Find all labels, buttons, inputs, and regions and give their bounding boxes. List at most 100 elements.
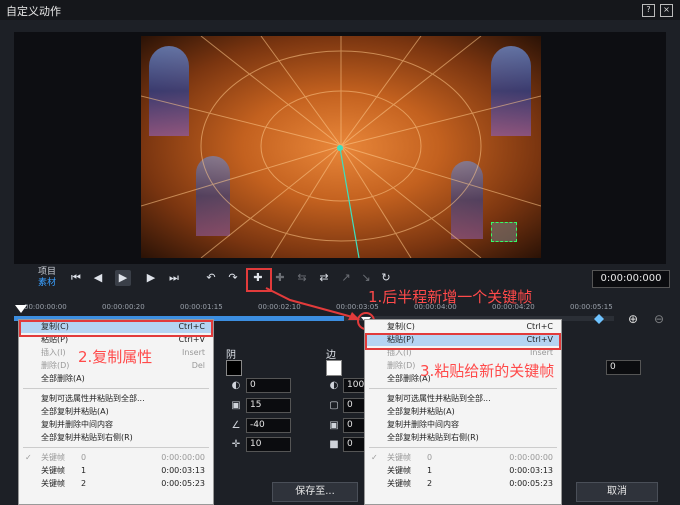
tick-label: 00:00:00:00	[24, 303, 67, 311]
menu-item[interactable]: 全部复制并粘贴到右侧(R)	[19, 431, 213, 444]
keyframe-list-item[interactable]: ✓ 关键帧 0 0:00:00:00	[365, 451, 561, 464]
menu-item[interactable]: 复制(C) Ctrl+C	[365, 320, 561, 333]
menu-item-label: 删除(D)	[41, 361, 70, 370]
menu-item-label: 删除(D)	[387, 361, 416, 370]
menu-item[interactable]: 全部复制并粘贴(A)	[365, 405, 561, 418]
menu-item-label: 全部删除(A)	[41, 374, 85, 383]
keyframe-number: 1	[427, 466, 433, 475]
paste-highlight-box	[365, 333, 561, 350]
previous-frame-icon[interactable]: ◀	[90, 270, 106, 286]
border-extra-input[interactable]: 0	[343, 437, 366, 452]
keyframe-label: 关键帧	[41, 453, 65, 462]
menu-item[interactable]: 全部复制并粘贴到右侧(R)	[365, 431, 561, 444]
next-frame-icon[interactable]: ▶	[143, 270, 159, 286]
shadow-blur-input[interactable]: 15	[246, 398, 291, 413]
menu-item-shortcut: Del	[191, 361, 205, 370]
remove-keyframe-icon[interactable]: ✚	[272, 270, 288, 286]
go-to-start-icon[interactable]: ⏮	[68, 270, 84, 286]
border-opacity-icon: ◐	[329, 380, 339, 391]
keyframe-number: 0	[81, 453, 87, 462]
menu-separator	[369, 388, 557, 389]
tick-label: 00:00:02:10	[258, 303, 301, 311]
menu-item[interactable]: 复制可选属性并粘贴到全部...	[19, 392, 213, 405]
zoom-in-icon[interactable]: ⊕	[626, 312, 640, 326]
keyframe-time: 0:00:00:00	[509, 453, 553, 462]
swap-icon[interactable]: ⇄	[316, 270, 332, 286]
keyframe-number: 2	[427, 479, 433, 488]
menu-item-shortcut: Ctrl+C	[526, 322, 553, 331]
tick-label: 00:00:01:15	[180, 303, 223, 311]
add-keyframe-highlight	[246, 268, 272, 292]
menu-item[interactable]: 全部删除(A)	[19, 372, 213, 385]
redo-icon[interactable]: ↷	[225, 270, 241, 286]
tick-label: 00:00:00:20	[102, 303, 145, 311]
tick-label: 00:00:05:15	[570, 303, 613, 311]
annotation-step2: 2.复制属性	[78, 348, 153, 366]
window-title: 自定义动作	[6, 5, 61, 18]
object-selection-box[interactable]	[491, 222, 517, 242]
keyframe-list-item[interactable]: 关键帧 1 0:00:03:13	[365, 464, 561, 477]
keyframe-time: 0:00:05:23	[509, 479, 553, 488]
start-keyframe-marker[interactable]	[14, 304, 28, 316]
ease-out-icon[interactable]: ↘	[358, 270, 374, 286]
vault-ribs	[141, 36, 541, 258]
opacity-icon: ◐	[231, 380, 241, 391]
menu-separator	[23, 447, 209, 448]
shadow-opacity-input[interactable]: 0	[246, 378, 291, 393]
cancel-button[interactable]: 取消	[576, 482, 658, 502]
close-button[interactable]: ×	[660, 4, 673, 17]
keyframe-label: 关键帧	[41, 479, 65, 488]
border-width-input[interactable]: 0	[343, 398, 366, 413]
menu-item[interactable]: 复制并删除中间内容	[365, 418, 561, 431]
title-bar: 自定义动作 ? ×	[0, 0, 680, 20]
menu-item[interactable]: 复制可选属性并粘贴到全部...	[365, 392, 561, 405]
zoom-out-icon[interactable]: ⊖	[652, 312, 666, 326]
annotation-step3: 3.粘贴给新的关键帧	[420, 362, 555, 380]
keyframe-list-item[interactable]: ✓ 关键帧 0 0:00:00:00	[19, 451, 213, 464]
go-to-end-icon[interactable]: ⏭	[166, 270, 182, 286]
context-menu-right: 复制(C) Ctrl+C 粘贴(P) Ctrl+V 插入(I) Insert 删除(D) 全部…	[364, 319, 562, 505]
shadow-distance-input[interactable]: 10	[246, 437, 291, 452]
border-opacity-input[interactable]: 100	[343, 378, 366, 393]
video-preview[interactable]	[141, 36, 541, 258]
shadow-angle-input[interactable]: -40	[246, 418, 291, 433]
timecode-display[interactable]: 0:00:00:000	[592, 270, 670, 288]
play-icon[interactable]: ▶	[115, 270, 131, 286]
undo-icon[interactable]: ↶	[203, 270, 219, 286]
keyframe-label: 关键帧	[41, 466, 65, 475]
keyframe-time: 0:00:05:23	[161, 479, 205, 488]
menu-item[interactable]: 复制并删除中间内容	[19, 418, 213, 431]
playback-controls: 项目 素材 ⏮ ◀ ▶ ▶ ⏭ ↶ ↷ ✚ ✚ ⇆ ⇄ ↗ ↘ ↻	[0, 266, 680, 292]
menu-item-label: 复制(C)	[387, 322, 415, 331]
save-as-button[interactable]: 保存至...	[272, 482, 358, 502]
menu-item-shortcut: Insert	[182, 348, 205, 357]
timeline-ruler: 00:00:00:00 00:00:00:20 00:00:01:15 00:0…	[0, 300, 680, 316]
menu-item[interactable]: 全部复制并粘贴(A)	[19, 405, 213, 418]
blur-icon: ▣	[231, 400, 241, 411]
distance-icon: ✛	[231, 439, 241, 450]
preview-keyframe-icon[interactable]: ↻	[378, 270, 394, 286]
check-icon: ✓	[25, 453, 32, 462]
keyframe-label: 关键帧	[387, 453, 411, 462]
end-keyframe-marker[interactable]	[594, 314, 604, 324]
keyframe-number: 0	[427, 453, 433, 462]
reverse-keyframes-icon[interactable]: ⇆	[294, 270, 310, 286]
extra-value-input[interactable]: 0	[606, 360, 641, 375]
border-fill-icon: ■	[329, 439, 339, 450]
menu-separator	[369, 447, 557, 448]
copy-highlight-box	[19, 320, 213, 337]
keyframe-list-item[interactable]: 关键帧 2 0:00:05:23	[19, 477, 213, 490]
angle-icon: ∠	[231, 420, 241, 431]
keyframe-list-item[interactable]: 关键帧 1 0:00:03:13	[19, 464, 213, 477]
border-color-swatch[interactable]	[326, 360, 342, 376]
motion-path-point	[337, 145, 343, 151]
help-button[interactable]: ?	[642, 4, 655, 17]
clip-label[interactable]: 素材	[38, 278, 56, 289]
shadow-color-swatch[interactable]	[226, 360, 242, 376]
keyframe-list-item[interactable]: 关键帧 2 0:00:05:23	[365, 477, 561, 490]
ease-in-icon[interactable]: ↗	[338, 270, 354, 286]
project-label[interactable]: 项目	[38, 267, 56, 278]
keyframe-time: 0:00:03:13	[509, 466, 553, 475]
annotation-step1: 1.后半程新增一个关键帧	[368, 288, 533, 306]
border-blur-input[interactable]: 0	[343, 418, 366, 433]
